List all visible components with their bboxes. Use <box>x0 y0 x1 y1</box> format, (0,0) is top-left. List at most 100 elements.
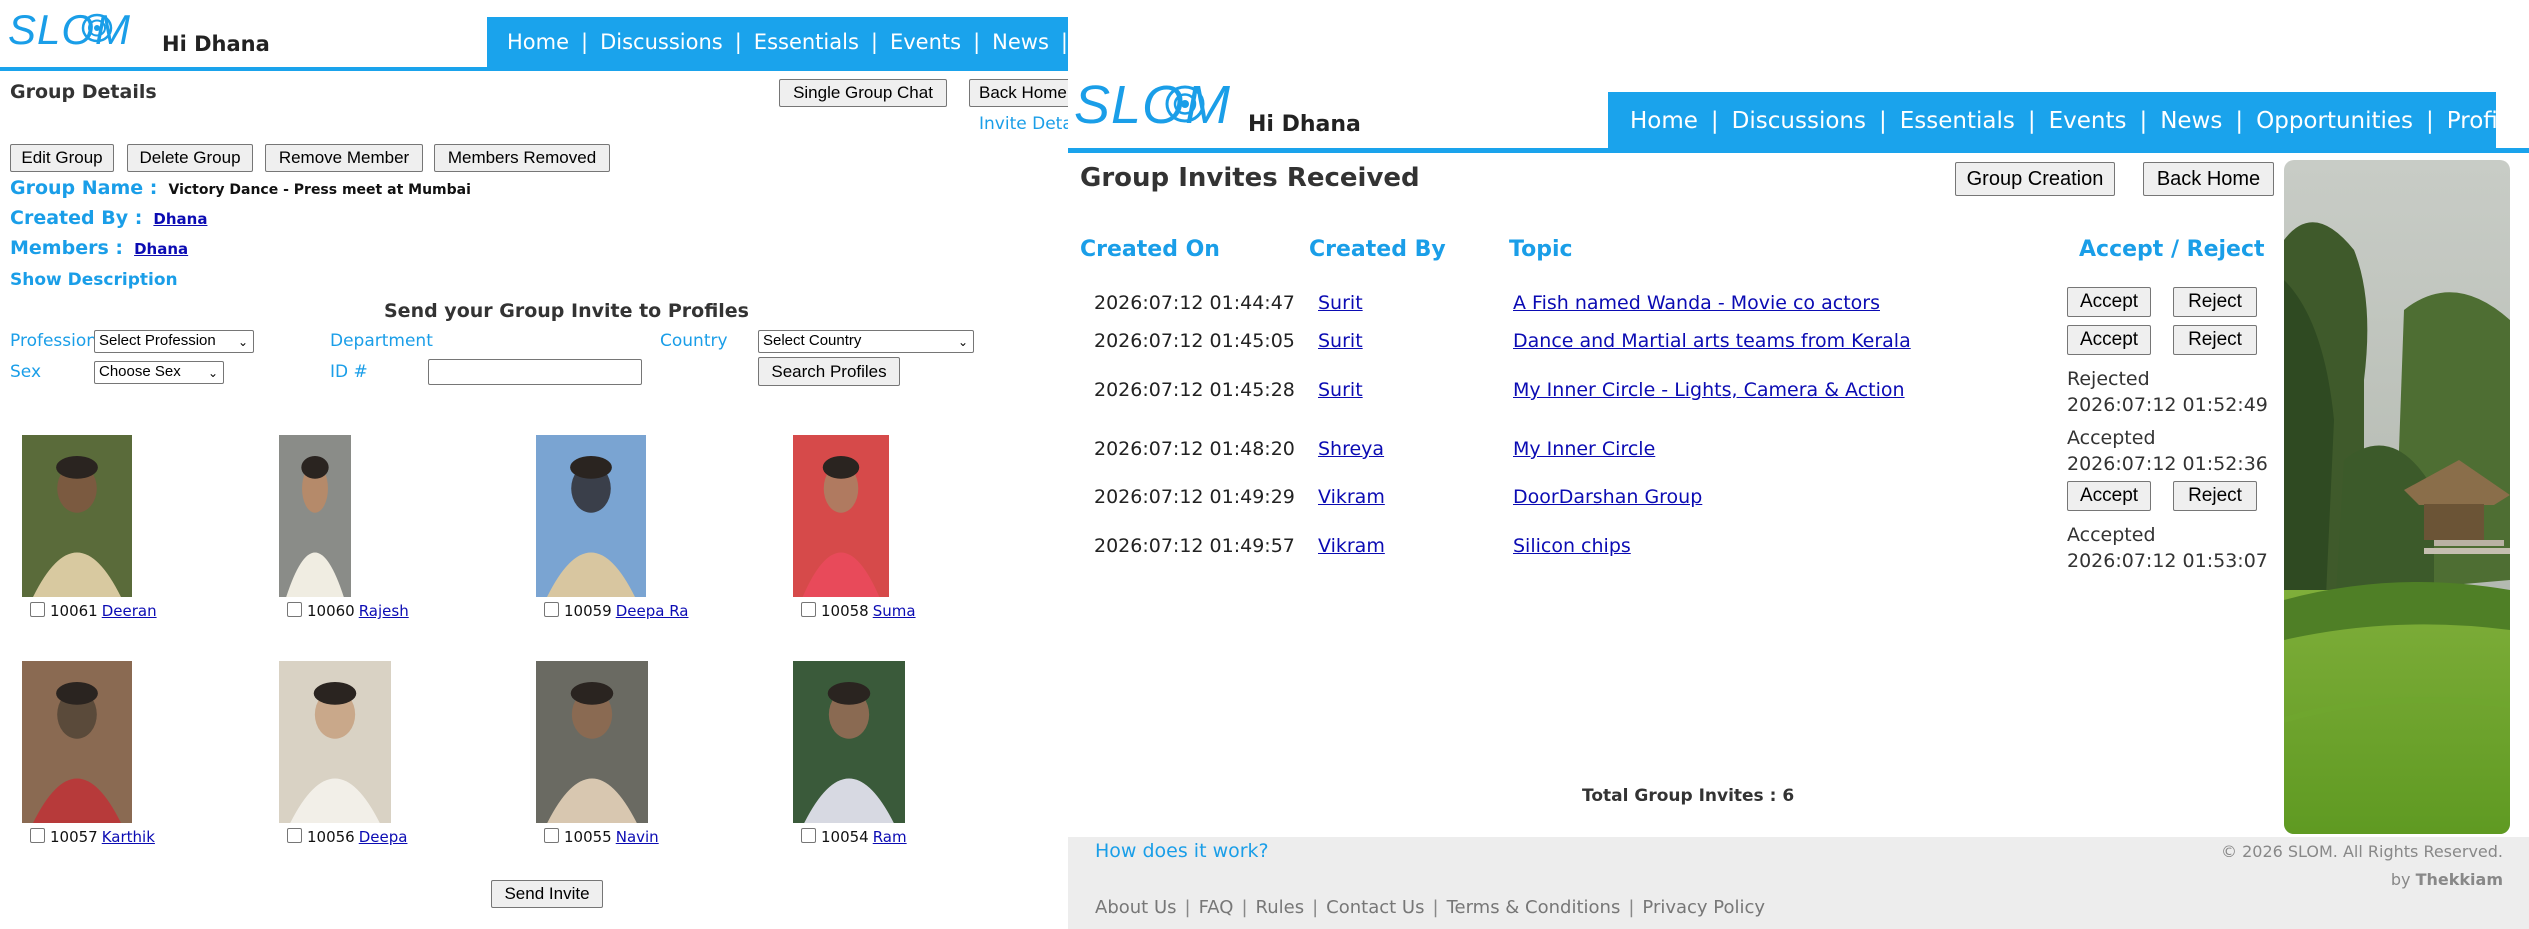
delete-group-button[interactable]: Delete Group <box>127 144 253 172</box>
back-home-button[interactable]: Back Home <box>969 79 1068 107</box>
profile-checkbox[interactable] <box>544 828 559 843</box>
invite-topic: A Fish named Wanda - Movie co actors <box>1513 292 1880 314</box>
invite-created-on: 2026:07:12 01:49:57 <box>1094 535 1295 557</box>
invite-status: Accepted 2026:07:12 01:52:36 <box>2067 425 2268 477</box>
profile-photo[interactable] <box>279 661 391 823</box>
country-select[interactable]: Select Country ⌄ <box>758 330 974 353</box>
profile-checkbox[interactable] <box>30 602 45 617</box>
creator-link[interactable]: Surit <box>1318 379 1363 401</box>
footer-separator: | <box>1184 897 1191 918</box>
how-it-works-link[interactable]: How does it work? <box>1095 840 1269 862</box>
accept-button[interactable]: Accept <box>2067 481 2151 511</box>
topic-link[interactable]: My Inner Circle - Lights, Camera & Actio… <box>1513 379 1905 401</box>
nav-item-discussions[interactable]: Discussions <box>600 30 723 54</box>
profile-card: 10055 Navin <box>514 661 754 871</box>
creator-link[interactable]: Vikram <box>1318 486 1385 508</box>
topic-link[interactable]: Dance and Martial arts teams from Kerala <box>1513 330 1911 352</box>
profile-name-link[interactable]: Deeran <box>102 602 157 620</box>
status-time: 2026:07:12 01:52:36 <box>2067 453 2268 475</box>
group-creation-button[interactable]: Group Creation <box>1955 162 2115 196</box>
created-by-label: Created By : <box>10 207 143 229</box>
reject-button[interactable]: Reject <box>2173 287 2257 317</box>
reject-button[interactable]: Reject <box>2173 481 2257 511</box>
accept-button[interactable]: Accept <box>2067 325 2151 355</box>
profile-photo[interactable] <box>536 661 648 823</box>
creator-link[interactable]: Vikram <box>1318 535 1385 557</box>
profile-photo[interactable] <box>536 435 646 597</box>
nav-item-home[interactable]: Home <box>507 30 569 54</box>
invite-created-on: 2026:07:12 01:49:29 <box>1094 486 1295 508</box>
footer-link[interactable]: Rules <box>1256 897 1305 918</box>
accept-button[interactable]: Accept <box>2067 287 2151 317</box>
profile-name-link[interactable]: Deepa Ra <box>616 602 689 620</box>
creator-link[interactable]: Surit <box>1318 330 1363 352</box>
remove-member-button[interactable]: Remove Member <box>265 144 423 172</box>
member-link[interactable]: Dhana <box>134 240 188 258</box>
id-input[interactable] <box>428 359 642 385</box>
nav-item-profiles[interactable]: Profiles <box>2447 108 2529 134</box>
group-name-row: Group Name : Victory Dance - Press meet … <box>10 177 471 199</box>
footer-link[interactable]: About Us <box>1095 897 1177 918</box>
nav-item-news[interactable]: News <box>2160 108 2222 134</box>
profile-name-link[interactable]: Karthik <box>102 828 155 846</box>
nav-item-essentials[interactable]: Essentials <box>754 30 859 54</box>
profile-name-link[interactable]: Rajesh <box>359 602 409 620</box>
profile-photo[interactable] <box>793 435 889 597</box>
profile-checkbox[interactable] <box>30 828 45 843</box>
profile-name-link[interactable]: Navin <box>616 828 659 846</box>
nav-item-events[interactable]: Events <box>2049 108 2127 134</box>
footer-separator: | <box>1628 897 1635 918</box>
topic-link[interactable]: DoorDarshan Group <box>1513 486 1702 508</box>
nav-item-discussions[interactable]: Discussions <box>1732 108 1866 134</box>
footer-separator: | <box>1312 897 1319 918</box>
creator-link[interactable]: Shreya <box>1318 438 1384 460</box>
sex-label: Sex <box>10 362 42 382</box>
profile-photo[interactable] <box>279 435 351 597</box>
profile-checkbox[interactable] <box>287 828 302 843</box>
edit-group-button[interactable]: Edit Group <box>10 144 114 172</box>
nav-underline <box>1068 148 2529 153</box>
invite-created-by: Surit <box>1318 330 1363 352</box>
sex-select[interactable]: Choose Sex ⌄ <box>94 361 224 384</box>
profile-photo[interactable] <box>793 661 905 823</box>
profile-checkbox[interactable] <box>801 602 816 617</box>
footer-link[interactable]: Terms & Conditions <box>1447 897 1621 918</box>
invite-created-on: 2026:07:12 01:45:05 <box>1094 330 1295 352</box>
profile-name-link[interactable]: Ram <box>873 828 907 846</box>
profile-photo[interactable] <box>22 661 132 823</box>
nav-separator: | <box>1878 108 1887 134</box>
logo-text: SLOM <box>1074 75 1232 135</box>
invite-details-link[interactable]: Invite Details <box>979 114 1068 134</box>
show-description-link[interactable]: Show Description <box>10 270 178 290</box>
profile-photo[interactable] <box>22 435 132 597</box>
footer-link[interactable]: Contact Us <box>1326 897 1424 918</box>
profile-name-link[interactable]: Suma <box>873 602 916 620</box>
profession-select[interactable]: Select Profession ⌄ <box>94 330 254 353</box>
creator-link[interactable]: Surit <box>1318 292 1363 314</box>
topic-link[interactable]: A Fish named Wanda - Movie co actors <box>1513 292 1880 314</box>
footer-link[interactable]: Privacy Policy <box>1642 897 1765 918</box>
send-invite-button[interactable]: Send Invite <box>491 880 603 908</box>
topic-link[interactable]: My Inner Circle <box>1513 438 1655 460</box>
profile-checkbox[interactable] <box>287 602 302 617</box>
footer-link[interactable]: FAQ <box>1199 897 1234 918</box>
site-logo[interactable]: SLOM <box>1074 74 1234 135</box>
nav-item-news[interactable]: News <box>992 30 1049 54</box>
created-by-link[interactable]: Dhana <box>153 210 207 228</box>
nav-item-home[interactable]: Home <box>1630 108 1698 134</box>
profile-name-link[interactable]: Deepa <box>359 828 408 846</box>
reject-button[interactable]: Reject <box>2173 325 2257 355</box>
nav-item-essentials[interactable]: Essentials <box>1900 108 2015 134</box>
profile-checkbox[interactable] <box>544 602 559 617</box>
nav-item-opportunities[interactable]: Opportunities <box>2256 108 2413 134</box>
members-row: Members : Dhana <box>10 237 188 259</box>
topic-link[interactable]: Silicon chips <box>1513 535 1631 557</box>
total-invites: Total Group Invites : 6 <box>1582 786 1795 806</box>
nav-item-events[interactable]: Events <box>890 30 961 54</box>
site-logo[interactable]: SLOM <box>8 6 148 54</box>
back-home-button[interactable]: Back Home <box>2143 162 2274 196</box>
profile-checkbox[interactable] <box>801 828 816 843</box>
search-profiles-button[interactable]: Search Profiles <box>758 357 900 386</box>
single-group-chat-button[interactable]: Single Group Chat <box>779 79 947 107</box>
members-removed-button[interactable]: Members Removed <box>434 144 610 172</box>
